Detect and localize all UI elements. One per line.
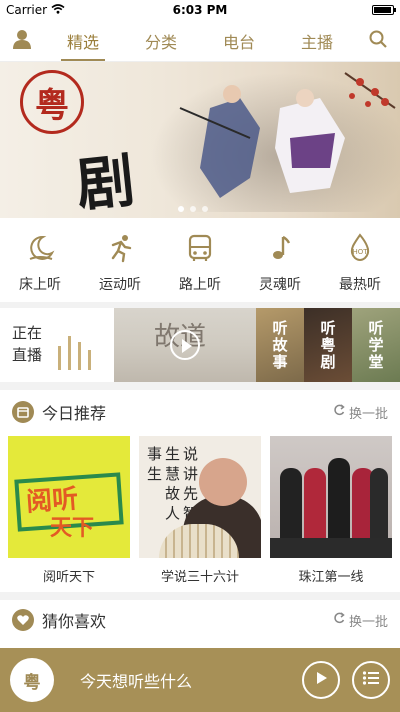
moon-icon [22, 230, 58, 266]
mini-player: 粤 今天想听些什么 [0, 648, 400, 712]
recommend-header: 今日推荐 换一批 [0, 390, 400, 434]
list-icon [362, 670, 380, 690]
music-note-icon [262, 230, 298, 266]
search-icon [368, 29, 388, 53]
category-soul[interactable]: 灵魂听 [244, 230, 316, 294]
card-caption: 阅听天下 [42, 570, 95, 585]
tab-categories[interactable]: 分类 [141, 23, 181, 59]
guess-title: 猜你喜欢 [42, 612, 107, 631]
player-logo[interactable]: 粤 [10, 658, 54, 702]
tile-story[interactable]: 听故事 [256, 308, 304, 382]
recommend-card[interactable]: 珠江第一线 [270, 436, 392, 586]
tab-radio[interactable]: 电台 [219, 23, 259, 59]
heart-icon [12, 609, 34, 631]
guess-header: 猜你喜欢 换一批 [0, 598, 400, 642]
search-button[interactable] [356, 20, 400, 62]
category-sport[interactable]: 运动听 [84, 230, 156, 294]
recommend-refresh-button[interactable]: 换一批 [333, 403, 388, 422]
carousel-dot[interactable] [202, 206, 208, 212]
tile-label: 听学堂 [366, 319, 385, 371]
category-label: 路上听 [179, 277, 221, 293]
refresh-label: 换一批 [348, 614, 388, 630]
clock: 6:03 PM [172, 3, 228, 17]
live-button[interactable]: 正在 直播 [0, 308, 114, 382]
top-nav: 精选 分类 电台 主播 [0, 20, 400, 62]
recommend-card[interactable]: 说 讲 先 智 生 慧 故 人 事 生 学说三十六计 [139, 436, 261, 586]
tile-school[interactable]: 听学堂 [352, 308, 400, 382]
refresh-icon [333, 612, 345, 628]
playlist-button[interactable] [352, 661, 390, 699]
tile-opera[interactable]: 听粤剧 [304, 308, 352, 382]
play-button[interactable] [302, 661, 340, 699]
calendar-icon [12, 401, 34, 423]
card-cover [270, 436, 392, 558]
tab-bar: 精选 分类 电台 主播 [44, 23, 356, 61]
card-cover: 阅听 天下 [8, 436, 130, 558]
live-row: 正在 直播 故道 听故事 听粤剧 听学堂 [0, 308, 400, 382]
category-hot[interactable]: HOT 最热听 [324, 230, 396, 294]
carousel-dots [178, 206, 208, 212]
category-road[interactable]: 路上听 [164, 230, 236, 294]
card-cover: 说 讲 先 智 生 慧 故 人 事 生 [139, 436, 261, 558]
play-icon [313, 670, 329, 690]
recommend-title: 今日推荐 [42, 404, 107, 423]
carousel-dot[interactable] [178, 206, 184, 212]
user-icon [11, 28, 33, 54]
category-label: 运动听 [99, 277, 141, 293]
banner-carousel[interactable]: 粤 剧 [0, 62, 400, 218]
runner-icon [102, 230, 138, 266]
category-label: 灵魂听 [259, 277, 301, 293]
section-divider [0, 382, 400, 390]
player-hint[interactable]: 今天想听些什么 [80, 668, 290, 692]
banner-calligraphy: 剧 [73, 146, 138, 218]
live-video-thumbnail[interactable]: 故道 [114, 308, 256, 382]
card-caption: 学说三十六计 [160, 570, 239, 585]
svg-text:HOT: HOT [352, 248, 368, 256]
category-row: 床上听 运动听 路上听 灵魂听 HOT 最热听 [0, 222, 400, 302]
opera-figures-image [179, 72, 396, 198]
category-label: 最热听 [339, 277, 381, 293]
hot-icon: HOT [342, 230, 378, 266]
battery-icon [372, 5, 396, 15]
card-caption: 珠江第一线 [298, 570, 364, 585]
tab-featured[interactable]: 精选 [60, 23, 106, 61]
tile-label: 听故事 [270, 319, 289, 371]
status-bar: Carrier 6:03 PM [0, 0, 400, 20]
equalizer-icon [58, 330, 91, 370]
carousel-dot[interactable] [190, 206, 196, 212]
tab-hosts[interactable]: 主播 [297, 23, 337, 59]
recommend-card[interactable]: 阅听 天下 阅听天下 [8, 436, 130, 586]
refresh-label: 换一批 [348, 406, 388, 422]
refresh-icon [333, 404, 345, 420]
tile-label: 听粤剧 [318, 319, 337, 371]
recommend-cards: 阅听 天下 阅听天下 说 讲 先 智 生 慧 故 人 事 生 学说三十六计 珠江… [0, 436, 400, 586]
play-icon[interactable] [170, 330, 200, 360]
banner-seal: 粤 [20, 70, 84, 134]
category-bed[interactable]: 床上听 [4, 230, 76, 294]
category-label: 床上听 [19, 277, 61, 293]
guess-refresh-button[interactable]: 换一批 [333, 611, 388, 630]
bus-icon [182, 230, 218, 266]
user-button[interactable] [0, 20, 44, 62]
